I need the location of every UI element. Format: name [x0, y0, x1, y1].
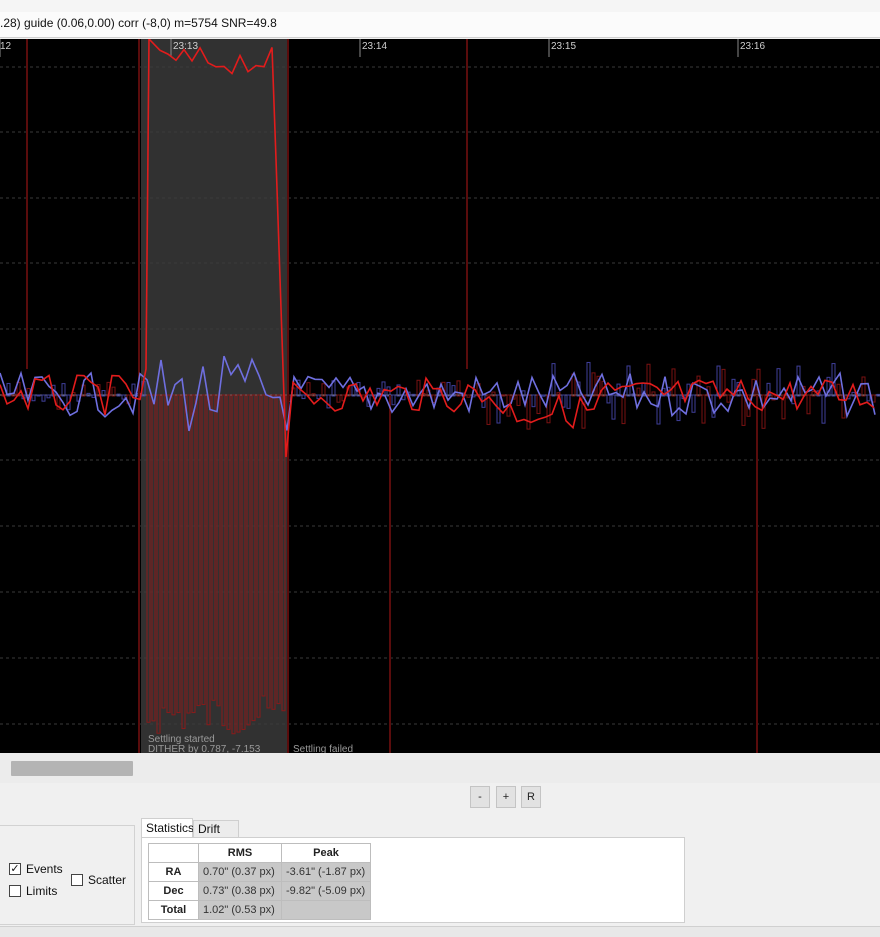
- limits-check-box[interactable]: [9, 885, 21, 897]
- row-label-ra: RA: [148, 862, 199, 882]
- tab-statistics[interactable]: Statistics: [141, 818, 194, 838]
- dither-label: DITHER by 0.787, -7.153: [148, 744, 261, 753]
- reset-zoom-button[interactable]: R: [521, 786, 541, 808]
- peak-header: Peak: [281, 843, 371, 863]
- total-rms-value: 1.02" (0.53 px): [198, 900, 282, 920]
- table-row: Total 1.02" (0.53 px): [148, 900, 371, 920]
- limits-label: Limits: [26, 884, 58, 898]
- ra-rms-value: 0.70" (0.37 px): [198, 862, 282, 882]
- statistics-table: RMS Peak RA 0.70" (0.37 px) -3.61" (-1.8…: [148, 843, 371, 920]
- row-label-dec: Dec: [148, 881, 199, 901]
- table-row: RA 0.70" (0.37 px) -3.61" (-1.87 px): [148, 862, 371, 882]
- zoom-in-button[interactable]: +: [496, 786, 516, 808]
- zoom-out-button[interactable]: -: [470, 786, 490, 808]
- scatter-label: Scatter: [88, 873, 127, 887]
- table-corner: [148, 843, 199, 863]
- total-peak-value: [281, 900, 371, 920]
- time-label-0: 12: [0, 41, 12, 52]
- graph-scrollbar-thumb[interactable]: [11, 761, 133, 776]
- time-label-2: 23:14: [362, 41, 387, 52]
- scatter-checkbox[interactable]: Scatter: [71, 873, 126, 887]
- time-label-4: 23:16: [740, 41, 765, 52]
- table-row: Dec 0.73" (0.38 px) -9.82" (-5.09 px): [148, 881, 371, 901]
- events-checkbox[interactable]: ✓ Events: [9, 862, 63, 876]
- ra-peak-value: -3.61" (-1.87 px): [281, 862, 371, 882]
- events-label: Events: [26, 862, 63, 876]
- statistics-panel: RMS Peak RA 0.70" (0.37 px) -3.61" (-1.8…: [141, 837, 685, 923]
- dec-rms-value: 0.73" (0.38 px): [198, 881, 282, 901]
- scatter-check-box[interactable]: [71, 874, 83, 886]
- events-check-box[interactable]: ✓: [9, 863, 21, 875]
- graph-scroll-area: [0, 753, 880, 783]
- window-bottom-edge: [0, 926, 880, 937]
- tab-drift[interactable]: Drift: [193, 820, 239, 838]
- guide-graph[interactable]: 12 23:13 23:14 23:15 23:16 Settling star…: [0, 39, 880, 753]
- row-label-total: Total: [148, 900, 199, 920]
- guide-status-text: .28) guide (0.06,0.00) corr (-8,0) m=575…: [0, 12, 880, 38]
- rms-header: RMS: [198, 843, 282, 863]
- limits-checkbox[interactable]: Limits: [9, 884, 57, 898]
- time-label-1: 23:13: [173, 41, 198, 52]
- time-label-3: 23:15: [551, 41, 576, 52]
- dec-peak-value: -9.82" (-5.09 px): [281, 881, 371, 901]
- settling-failed-label: Settling failed: [293, 744, 353, 753]
